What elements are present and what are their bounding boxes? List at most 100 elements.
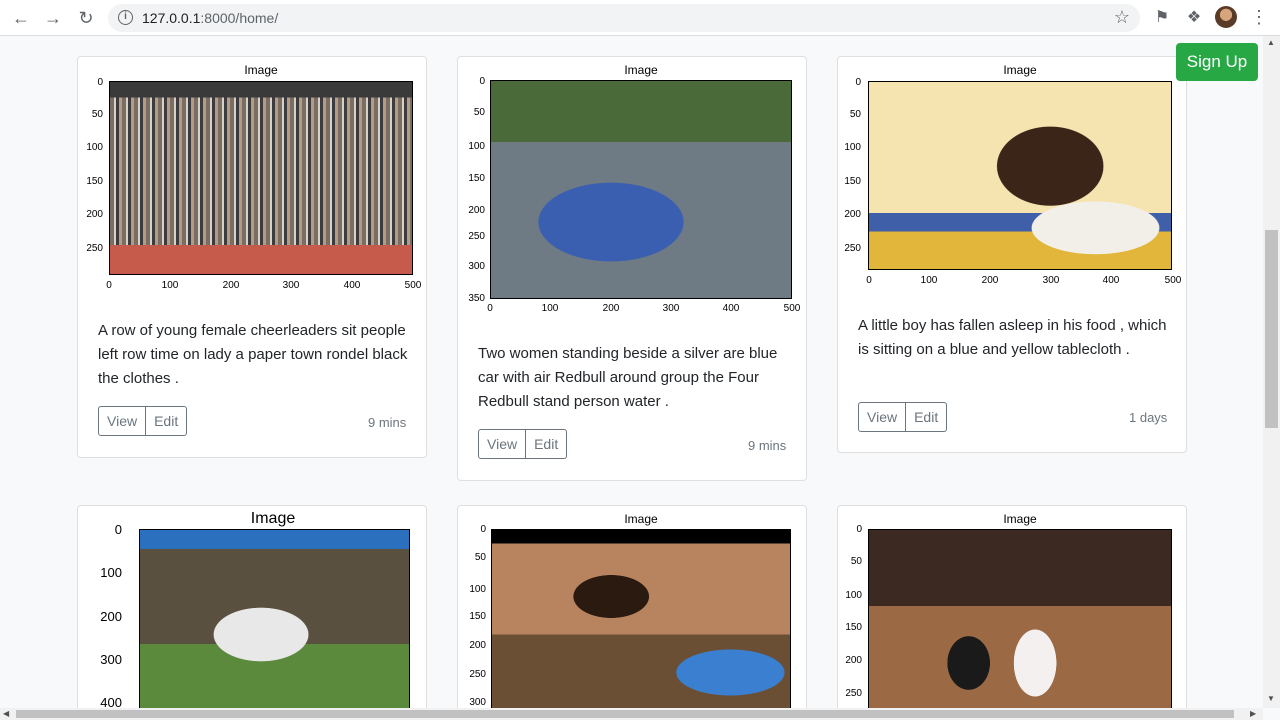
y-tick: 50: [849, 109, 861, 120]
y-tick: 50: [473, 107, 485, 118]
scroll-down-arrow-icon[interactable]: ▼: [1267, 694, 1275, 703]
address-bar[interactable]: i 127.0.0.1:8000/home/ ☆: [108, 4, 1140, 32]
y-tick: 100: [100, 565, 122, 580]
x-tick: 100: [161, 280, 179, 291]
y-tick: 150: [469, 611, 486, 622]
y-tick: 200: [100, 609, 122, 624]
plot-title: Image: [1003, 512, 1037, 526]
post-card: Image 0 50 100 150 200 250: [837, 505, 1187, 720]
y-tick: 200: [468, 205, 485, 216]
y-tick: 250: [469, 669, 486, 680]
y-tick: 0: [855, 77, 861, 88]
x-tick: 300: [282, 280, 300, 291]
post-card: Image 0 50 100 150 200 250 0 100 200 300…: [837, 56, 1187, 453]
y-tick: 100: [844, 142, 861, 153]
action-button-group: View Edit: [98, 406, 188, 436]
post-timestamp: 9 mins: [368, 415, 407, 430]
menu-kebab-icon[interactable]: ⋮: [1250, 6, 1268, 28]
x-tick: 500: [783, 303, 801, 314]
view-button[interactable]: View: [858, 402, 907, 432]
back-icon[interactable]: ←: [10, 7, 32, 29]
action-button-group: View Edit: [858, 402, 948, 432]
y-tick: 100: [468, 141, 485, 152]
x-tick: 200: [981, 275, 999, 286]
profile-avatar[interactable]: [1215, 6, 1237, 28]
y-tick: 0: [114, 522, 122, 537]
edit-button[interactable]: Edit: [906, 402, 948, 432]
y-tick: 250: [468, 231, 485, 242]
y-tick: 150: [468, 173, 485, 184]
x-tick: 500: [404, 280, 422, 291]
view-button[interactable]: View: [478, 429, 527, 459]
x-tick: 100: [541, 303, 559, 314]
action-button-group: View Edit: [478, 429, 568, 459]
plot-title: Image: [624, 512, 658, 526]
x-tick: 100: [920, 275, 938, 286]
sign-up-button[interactable]: Sign Up: [1176, 43, 1258, 81]
post-timestamp: 9 mins: [748, 438, 787, 453]
vertical-scrollbar[interactable]: ▲ ▼: [1263, 36, 1280, 708]
scroll-left-arrow-icon[interactable]: ◀: [3, 709, 9, 718]
info-icon[interactable]: i: [118, 10, 133, 25]
y-tick: 0: [480, 524, 486, 535]
y-tick: 150: [86, 176, 103, 187]
edit-button[interactable]: Edit: [526, 429, 568, 459]
y-tick: 200: [469, 640, 486, 651]
y-tick: 100: [845, 590, 862, 601]
plot-title: Image: [250, 510, 296, 527]
y-tick: 200: [844, 209, 861, 220]
x-tick: 0: [866, 275, 872, 286]
y-tick: 300: [100, 652, 122, 667]
y-tick: 150: [844, 176, 861, 187]
post-caption: A row of young female cheerleaders sit p…: [98, 322, 408, 387]
x-tick: 200: [222, 280, 240, 291]
y-tick: 200: [86, 209, 103, 220]
plot-title: Image: [1003, 63, 1037, 77]
x-tick: 300: [1042, 275, 1060, 286]
horizontal-scrollbar[interactable]: ◀ ▶: [0, 708, 1263, 720]
y-tick: 200: [845, 655, 862, 666]
extensions-puzzle-icon[interactable]: ❖: [1184, 8, 1204, 28]
x-tick: 300: [662, 303, 680, 314]
x-tick: 500: [1164, 275, 1182, 286]
bookmark-star-icon[interactable]: ☆: [1114, 7, 1130, 28]
y-tick: 0: [97, 77, 103, 88]
y-tick: 0: [856, 524, 862, 535]
x-tick: 0: [106, 280, 112, 291]
view-button[interactable]: View: [98, 406, 147, 436]
plot-title: Image: [244, 63, 278, 77]
post-timestamp: 1 days: [1129, 410, 1168, 425]
scroll-right-arrow-icon[interactable]: ▶: [1250, 709, 1256, 718]
x-tick: 200: [602, 303, 620, 314]
y-tick: 300: [469, 697, 486, 708]
post-image: [868, 529, 1172, 719]
post-card: Image 0 50 100 150 200 250 300 350 0 100…: [457, 56, 807, 481]
y-tick: 100: [469, 584, 486, 595]
post-card: Image 0 50 100 150 200 250 0 100 200 300…: [77, 56, 427, 458]
y-tick: 50: [850, 556, 862, 567]
y-tick: 250: [844, 243, 861, 254]
x-tick: 0: [487, 303, 493, 314]
post-caption: Two women standing beside a silver are b…: [478, 345, 778, 410]
y-tick: 100: [86, 142, 103, 153]
x-tick: 400: [343, 280, 361, 291]
reload-icon[interactable]: ↻: [75, 7, 97, 29]
post-card: Image 0 50 100 150 200 250 300: [457, 505, 807, 720]
y-tick: 250: [845, 688, 862, 699]
forward-icon[interactable]: →: [42, 7, 64, 29]
url-text[interactable]: 127.0.0.1:8000/home/: [142, 10, 278, 26]
x-tick: 400: [1102, 275, 1120, 286]
y-tick: 50: [474, 552, 486, 563]
horizontal-scroll-thumb[interactable]: [16, 710, 1234, 718]
y-tick: 0: [479, 76, 485, 87]
y-tick: 50: [91, 109, 103, 120]
y-tick: 250: [86, 243, 103, 254]
y-tick: 300: [468, 261, 485, 272]
scroll-up-arrow-icon[interactable]: ▲: [1267, 38, 1275, 47]
vertical-scroll-thumb[interactable]: [1265, 230, 1278, 428]
edit-button[interactable]: Edit: [146, 406, 188, 436]
plot-title: Image: [624, 63, 658, 77]
post-image: [491, 529, 791, 719]
post-image: [868, 81, 1172, 270]
translate-extension-icon[interactable]: ⚑: [1152, 8, 1172, 28]
